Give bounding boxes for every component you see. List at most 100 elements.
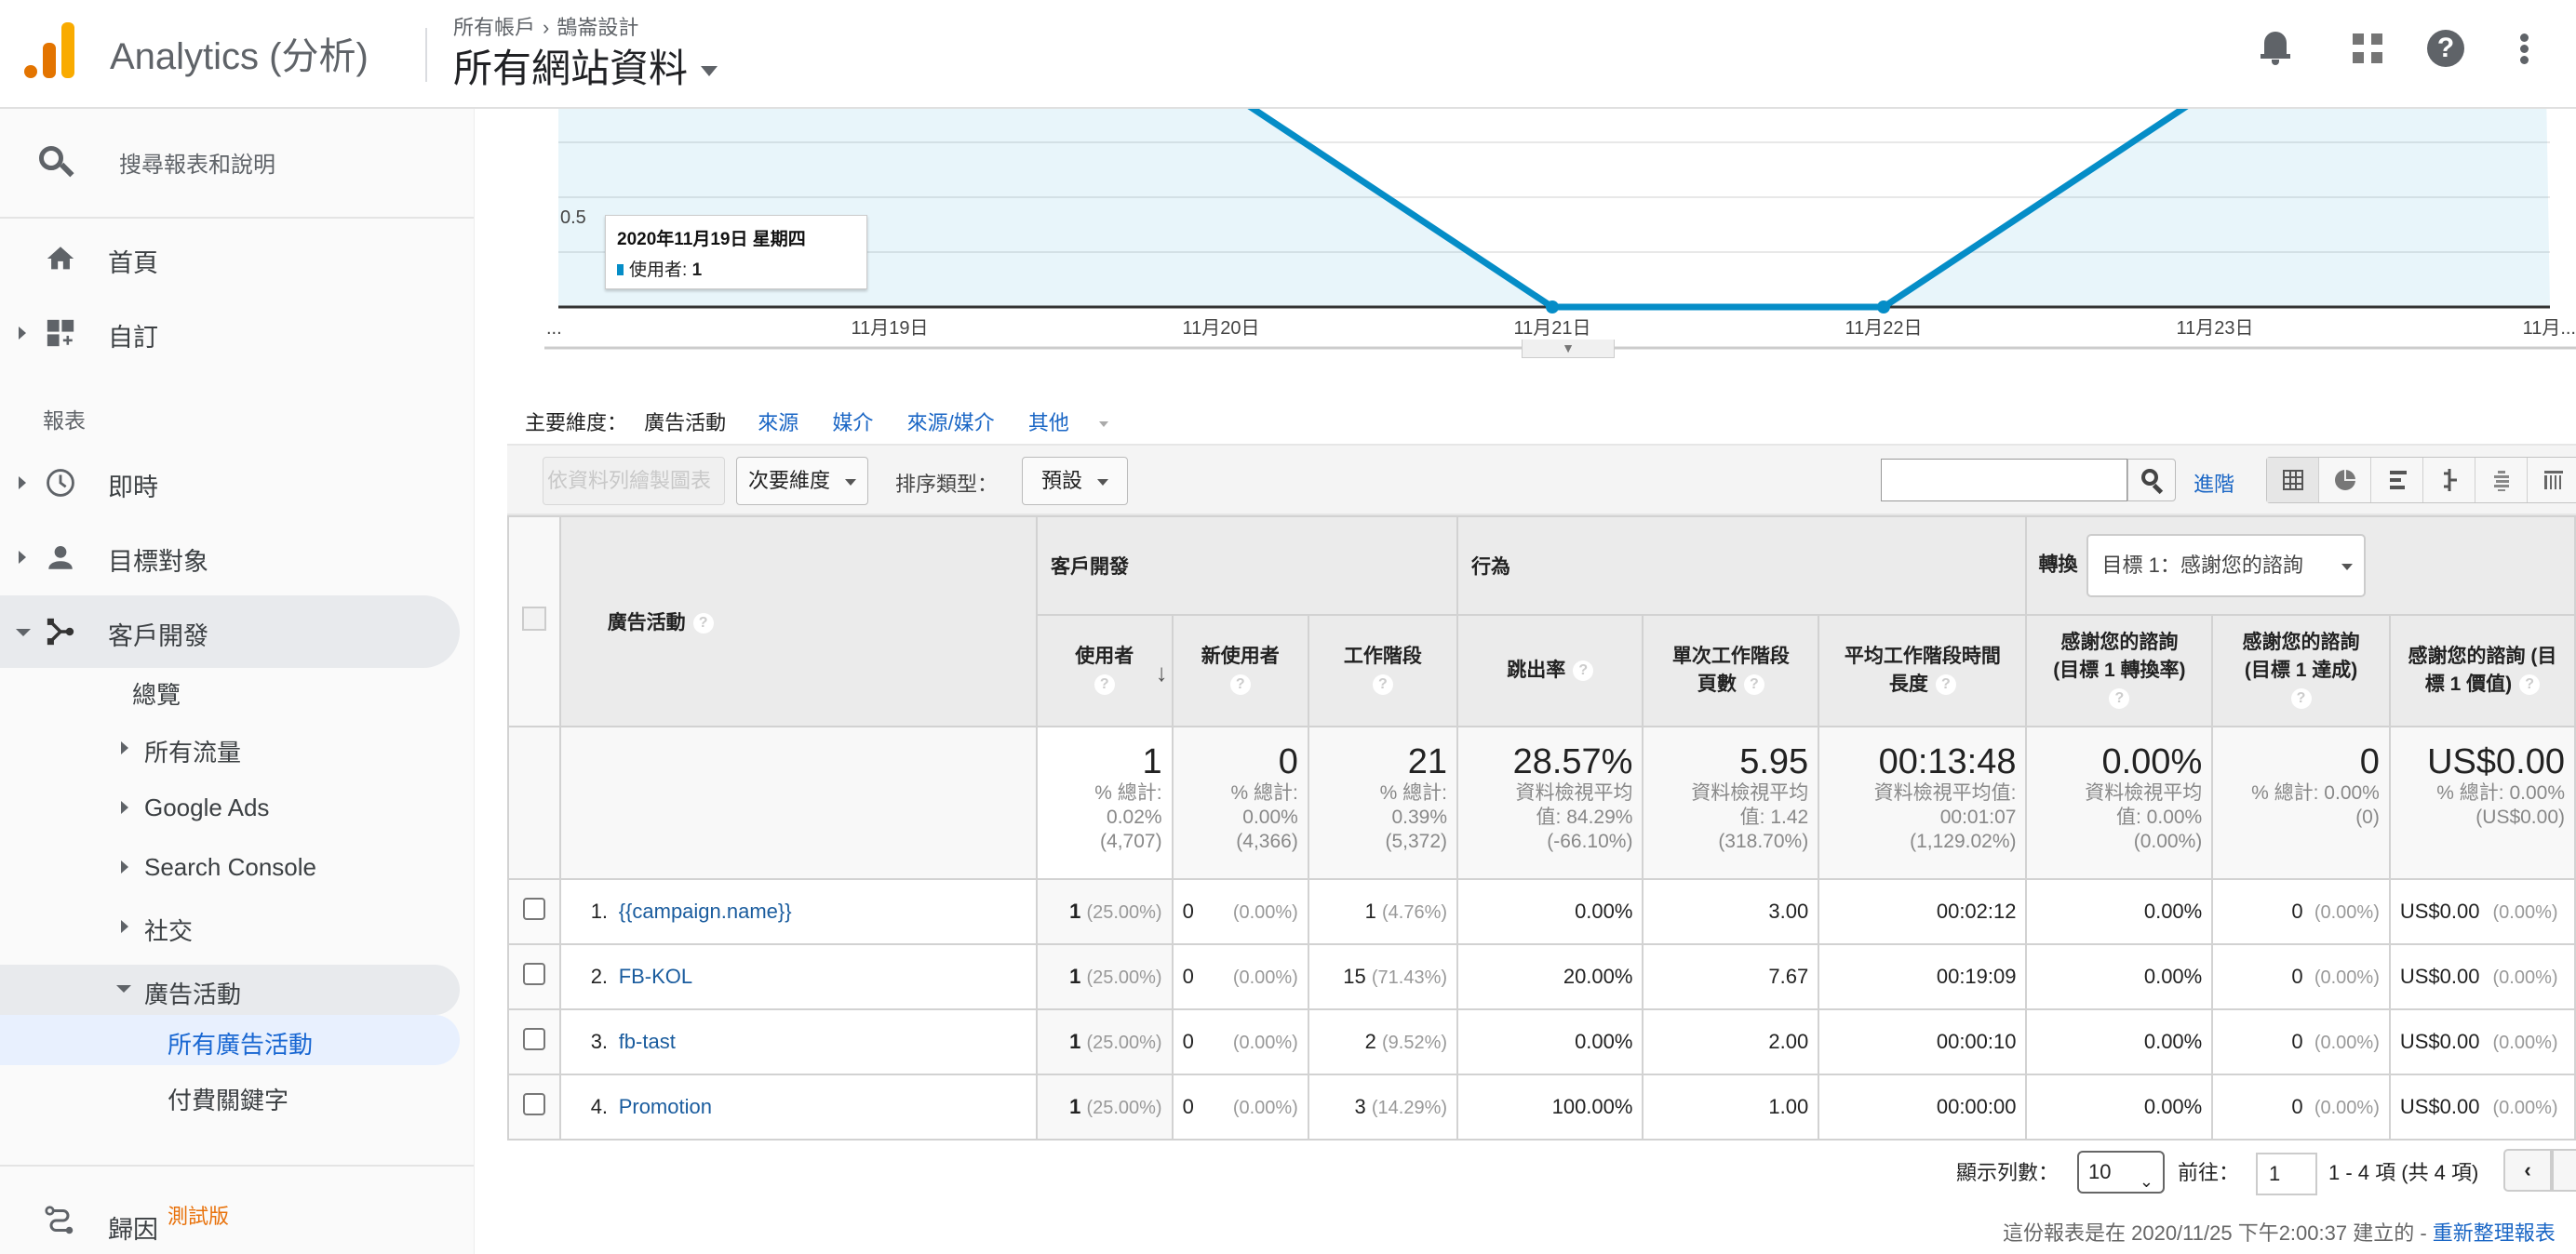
sessions-cell: 15 (71.43%) — [1307, 943, 1459, 1010]
data-point — [1877, 300, 1890, 314]
sidebar-search[interactable]: 搜尋報表和說明 — [0, 109, 474, 219]
rows-per-page-select[interactable]: 10 ⌄ — [2077, 1151, 2165, 1194]
goto-page-input[interactable]: 1 — [2256, 1153, 2317, 1195]
help-icon[interactable]: ? — [1229, 674, 1251, 696]
campaign-link[interactable]: Promotion — [619, 1095, 712, 1118]
column-header-avg-session-duration[interactable]: 平均工作階段時間 長度? — [1818, 614, 2028, 727]
dimension-link-source[interactable]: 來源 — [758, 411, 798, 434]
table-view-icon[interactable] — [2267, 458, 2319, 502]
term-cloud-view-icon[interactable] — [2475, 458, 2528, 502]
comparison-view-icon[interactable] — [2423, 458, 2475, 502]
help-icon[interactable]: ? — [1743, 674, 1764, 696]
totals-subtext: 資料檢視平均 — [2085, 782, 2203, 804]
dimension-link-source-medium[interactable]: 來源/媒介 — [907, 411, 995, 434]
performance-view-icon[interactable] — [2371, 458, 2423, 502]
avg-duration-value: 00:02:12 — [1936, 900, 2017, 923]
help-icon[interactable]: ? — [692, 613, 714, 634]
goal-selector-dropdown[interactable]: 目標 1：感謝您的諮詢 — [2086, 534, 2367, 597]
row-checkbox[interactable] — [522, 1093, 545, 1115]
apps-grid-icon[interactable] — [2347, 26, 2392, 71]
column-header-bounce-rate[interactable]: 跳出率? — [1456, 614, 1644, 727]
breadcrumb-account-root[interactable]: 所有帳戶 — [453, 16, 535, 39]
created-text: 這份報表是在 2020/11/25 下午2:00:37 建立的 - — [2003, 1221, 2433, 1245]
column-header-goal1-completions[interactable]: 感謝您的諮詢 (目標 1 達成)? — [2211, 614, 2391, 727]
next-page-button[interactable] — [2552, 1149, 2576, 1192]
sidebar-item-all-campaigns[interactable]: 所有廣告活動 — [0, 1015, 460, 1065]
sidebar-item-realtime[interactable]: 即時 — [0, 447, 460, 519]
campaign-column-header[interactable]: 廣告活動? — [558, 515, 1038, 727]
prev-page-button[interactable]: ‹ — [2503, 1149, 2552, 1192]
help-icon[interactable]: ? — [1372, 674, 1393, 696]
column-header-sessions[interactable]: 工作階段? — [1307, 614, 1459, 727]
users-over-time-chart[interactable]: 0.5... 11月19日 11月20日 11月21日 11月22日 11月23日 11月.… — [507, 109, 2576, 369]
totals-value: 00:13:48 — [1878, 742, 2017, 781]
new-users-pct: (0.00%) — [1232, 902, 1298, 923]
advanced-filter-link[interactable]: 進階 — [2194, 468, 2234, 498]
sidebar-item-home[interactable]: 首頁 — [0, 222, 460, 295]
column-header-new-users[interactable]: 新使用者? — [1171, 614, 1309, 727]
sidebar-item-google-ads[interactable]: Google Ads — [0, 779, 460, 838]
sidebar-item-label: 目標對象 — [108, 548, 208, 576]
sidebar-item-search-console[interactable]: Search Console — [0, 838, 460, 898]
sidebar-item-social[interactable]: 社交 — [0, 898, 460, 957]
sort-type-label: 排序類型： — [895, 473, 999, 496]
refresh-report-link[interactable]: 重新整理報表 — [2433, 1221, 2556, 1245]
row-checkbox[interactable] — [522, 898, 545, 920]
column-label: 新使用者 — [1201, 646, 1280, 667]
dimension-link-other[interactable]: 其他 — [1028, 411, 1134, 434]
campaign-link[interactable]: fb-tast — [619, 1030, 676, 1053]
table-search-input[interactable] — [1881, 459, 2127, 501]
sidebar-item-audience[interactable]: 目標對象 — [0, 521, 460, 594]
sidebar-item-all-traffic[interactable]: 所有流量 — [0, 719, 460, 779]
new-users-cell: 0 (0.00%) — [1171, 878, 1309, 945]
row-checkbox[interactable] — [522, 963, 545, 985]
row-checkbox[interactable] — [522, 1028, 545, 1050]
help-icon[interactable]: ? — [1573, 660, 1594, 682]
goal-value-pct: (0.00%) — [2492, 902, 2558, 923]
column-header-pages-per-session[interactable]: 單次工作階段 頁數? — [1642, 614, 1820, 727]
select-all-checkbox[interactable] — [521, 607, 546, 631]
sessions-pct: (14.29%) — [1371, 1098, 1448, 1118]
help-icon[interactable]: ? — [2109, 688, 2130, 710]
secondary-dimension-dropdown[interactable]: 次要維度 — [736, 457, 869, 505]
sidebar-item-attribution[interactable]: 歸因 測試版 — [0, 1165, 474, 1254]
breadcrumb-account[interactable]: 鵠崙設計 — [557, 16, 638, 39]
help-icon[interactable]: ? — [1935, 674, 1956, 696]
sidebar-item-overview[interactable]: 總覽 — [0, 663, 460, 719]
pages-per-session-value: 3.00 — [1768, 900, 1809, 923]
plot-rows-button[interactable]: 依資料列繪製圖表 — [543, 457, 725, 505]
campaign-link[interactable]: FB-KOL — [619, 965, 692, 988]
avg-duration-value: 00:00:10 — [1936, 1030, 2017, 1053]
new-users-pct: (0.00%) — [1232, 1098, 1298, 1118]
sort-type-dropdown[interactable]: 預設 — [1022, 457, 1129, 505]
goal-completions-value: 0 — [2291, 900, 2303, 923]
help-icon[interactable]: ? — [2423, 26, 2468, 71]
analytics-logo-icon[interactable] — [24, 22, 76, 78]
more-vert-icon[interactable] — [2502, 26, 2546, 71]
column-header-users[interactable]: 使用者? ↓ — [1035, 614, 1174, 727]
chart-collapse-toggle[interactable]: ▼ — [1522, 340, 1615, 358]
sidebar-item-label: 總覽 — [132, 681, 181, 709]
bell-icon[interactable] — [2254, 26, 2299, 71]
campaign-link[interactable]: {{campaign.name}} — [619, 900, 792, 923]
view-selector[interactable]: 所有網站資料 — [453, 37, 718, 94]
sidebar-item-customization[interactable]: 自訂 — [0, 297, 460, 369]
new-users-cell: 0 (0.00%) — [1171, 1074, 1309, 1141]
campaign-cell: 1. {{campaign.name}} — [558, 878, 1038, 945]
help-icon[interactable]: ? — [1093, 674, 1115, 696]
goal-value-cell: US$0.00 (0.00%) — [2388, 1074, 2576, 1141]
goal-value-pct: (0.00%) — [2492, 1033, 2558, 1053]
sidebar-item-campaigns[interactable]: 廣告活動 — [0, 965, 460, 1015]
sidebar-item-paid-keywords[interactable]: 付費關鍵字 — [0, 1071, 460, 1121]
column-header-goal1-value[interactable]: 感謝您的諮詢 (目標 1 價值)? — [2388, 614, 2576, 727]
help-icon[interactable]: ? — [2519, 674, 2541, 696]
pie-view-icon[interactable] — [2319, 458, 2371, 502]
dimension-link-medium[interactable]: 媒介 — [832, 411, 873, 434]
sidebar-item-acquisition[interactable]: 客戶開發 — [0, 595, 460, 668]
column-header-goal1-conv-rate[interactable]: 感謝您的諮詢 (目標 1 轉換率)? — [2025, 614, 2214, 727]
help-icon[interactable]: ? — [2290, 688, 2312, 710]
sessions-pct: (4.76%) — [1381, 902, 1448, 923]
caret-down-icon — [701, 66, 718, 77]
table-search-button[interactable] — [2127, 459, 2176, 501]
pivot-view-icon[interactable] — [2528, 458, 2576, 502]
